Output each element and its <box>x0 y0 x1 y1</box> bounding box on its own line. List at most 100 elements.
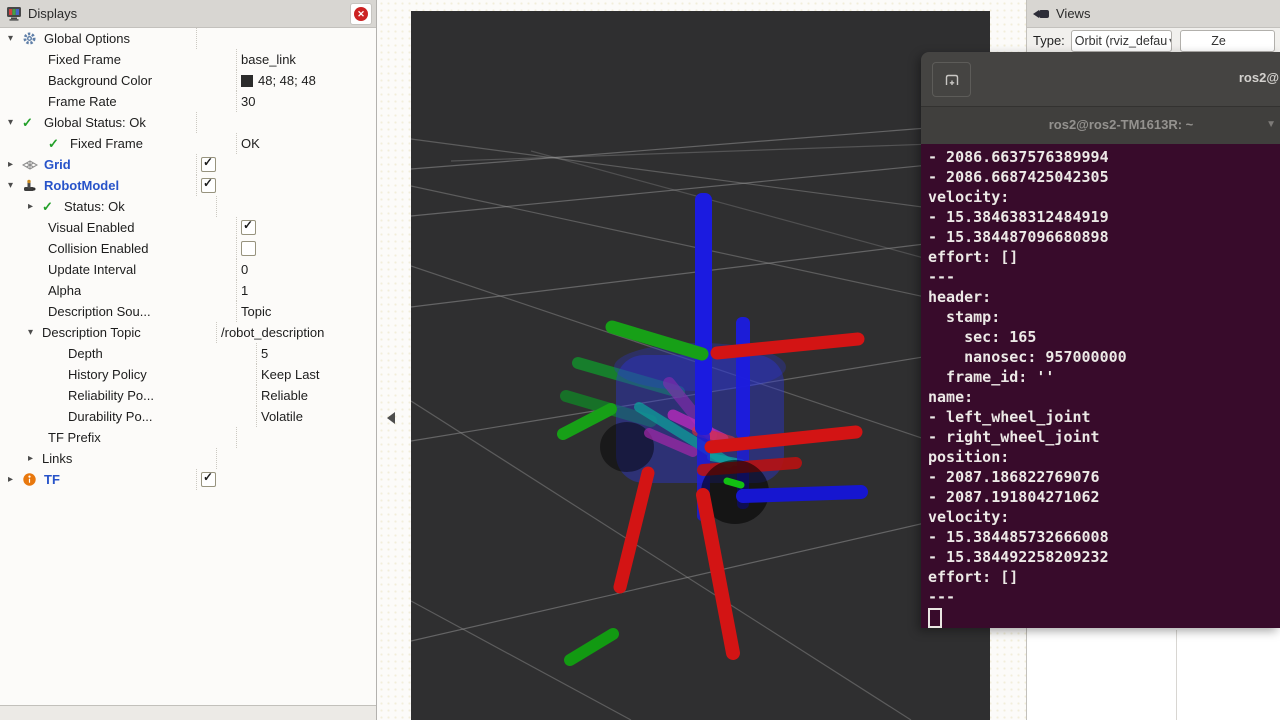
view-type-dropdown[interactable]: Orbit (rviz_defau ▼ <box>1071 30 1172 52</box>
terminal-window: ros2@ ros2@ros2-TM1613R: ~ ▼ - 2086.6637… <box>921 52 1280 628</box>
terminal-titlebar[interactable]: ros2@ <box>921 52 1280 106</box>
panel-collapse-arrow-icon[interactable] <box>387 412 395 424</box>
displays-panel-header[interactable]: Displays ✕ <box>0 0 376 28</box>
tree-row[interactable]: ▸✓Status: Ok <box>0 196 376 217</box>
property-value-cell[interactable]: ✓ <box>236 217 376 238</box>
property-value-cell[interactable]: 48; 48; 48 <box>236 70 376 91</box>
property-value-cell[interactable]: ✓ <box>196 154 376 175</box>
property-name: TF <box>44 472 60 487</box>
tree-row[interactable]: Durability Po...Volatile <box>0 406 376 427</box>
tree-row[interactable]: Frame Rate30 <box>0 91 376 112</box>
close-button[interactable]: ✕ <box>350 3 372 25</box>
property-value-cell[interactable]: Keep Last <box>256 364 376 385</box>
tree-row[interactable]: ▾Global Options <box>0 28 376 49</box>
zero-button[interactable]: Ze <box>1180 30 1275 52</box>
checkbox-checked[interactable]: ✓ <box>241 220 256 235</box>
tree-row[interactable]: ▸Links <box>0 448 376 469</box>
property-value-cell[interactable] <box>216 448 376 469</box>
render-viewport[interactable] <box>411 11 990 720</box>
axis-cylinder-blue <box>736 317 750 439</box>
property-value-cell[interactable] <box>196 28 376 49</box>
tree-row-label-cell: ▸ TF <box>0 469 196 490</box>
terminal-line: sec: 165 <box>928 327 1280 347</box>
terminal-tab[interactable]: ros2@ros2-TM1613R: ~ <box>981 117 1261 132</box>
tree-row[interactable]: ▸ TF ✓ <box>0 469 376 490</box>
property-value-cell[interactable]: OK <box>236 133 376 154</box>
tree-row[interactable]: Background Color48; 48; 48 <box>0 70 376 91</box>
color-swatch <box>241 75 253 87</box>
new-tab-button[interactable] <box>932 62 971 97</box>
tree-row[interactable]: ▾✓Global Status: Ok <box>0 112 376 133</box>
expander-closed-icon[interactable]: ▸ <box>28 453 42 464</box>
tree-row[interactable]: Update Interval0 <box>0 259 376 280</box>
tab-list-chevron-icon[interactable]: ▼ <box>1266 119 1276 130</box>
checkbox-checked[interactable]: ✓ <box>201 472 216 487</box>
property-value-cell[interactable] <box>216 196 376 217</box>
expander-open-icon[interactable]: ▾ <box>8 33 22 44</box>
terminal-line: --- <box>928 587 1280 607</box>
tree-row[interactable]: Fixed Frame base_link <box>0 49 376 70</box>
tree-row[interactable]: ▸Grid✓ <box>0 154 376 175</box>
expander-closed-icon[interactable]: ▸ <box>8 474 22 485</box>
property-name: RobotModel <box>44 178 119 193</box>
property-value-cell[interactable]: Topic <box>236 301 376 322</box>
tree-row[interactable]: Description Sou...Topic <box>0 301 376 322</box>
property-value: 1 <box>241 283 248 298</box>
property-value-cell[interactable]: Reliable <box>256 385 376 406</box>
tree-row[interactable]: Reliability Po...Reliable <box>0 385 376 406</box>
terminal-tabbar: ros2@ros2-TM1613R: ~ ▼ <box>921 106 1280 144</box>
tree-row[interactable]: Visual Enabled ✓ <box>0 217 376 238</box>
expander-open-icon[interactable]: ▾ <box>8 180 22 191</box>
terminal-cursor <box>928 608 942 628</box>
property-name: Links <box>42 451 72 466</box>
property-value-cell[interactable]: 5 <box>256 343 376 364</box>
property-name: Visual Enabled <box>48 220 135 235</box>
tree-row[interactable]: ▾ RobotModel ✓ <box>0 175 376 196</box>
views-panel-header[interactable]: Views <box>1027 0 1280 28</box>
expander-open-icon[interactable]: ▾ <box>28 327 42 338</box>
property-value-cell[interactable]: 1 <box>236 280 376 301</box>
tree-row[interactable]: ✓Fixed FrameOK <box>0 133 376 154</box>
tree-row[interactable]: ▾Description Topic/robot_description <box>0 322 376 343</box>
property-name: Description Topic <box>42 325 141 340</box>
property-value-cell[interactable]: 0 <box>236 259 376 280</box>
tree-row[interactable]: Alpha 1 <box>0 280 376 301</box>
property-value-cell[interactable]: 30 <box>236 91 376 112</box>
checkbox-checked[interactable]: ✓ <box>201 157 216 172</box>
property-name: Global Status: Ok <box>44 115 146 130</box>
expander-closed-icon[interactable]: ▸ <box>8 159 22 170</box>
terminal-line: velocity: <box>928 187 1280 207</box>
checkbox-unchecked[interactable] <box>241 241 256 256</box>
terminal-body[interactable]: - 2086.6637576389994- 2086.6687425042305… <box>921 144 1280 628</box>
property-value-cell[interactable]: ✓ <box>196 469 376 490</box>
expander-closed-icon[interactable]: ▸ <box>28 201 42 212</box>
property-value-cell[interactable]: Volatile <box>256 406 376 427</box>
property-value-cell[interactable]: base_link <box>236 49 376 70</box>
tree-row-label-cell: TF Prefix <box>0 427 236 448</box>
property-name: Depth <box>68 346 103 361</box>
property-name: Fixed Frame <box>48 52 121 67</box>
terminal-line: velocity: <box>928 507 1280 527</box>
terminal-line: - 2086.6687425042305 <box>928 167 1280 187</box>
tree-row[interactable]: Collision Enabled <box>0 238 376 259</box>
property-value-cell[interactable] <box>236 427 376 448</box>
property-name: History Policy <box>68 367 147 382</box>
tree-row[interactable]: History Policy Keep Last <box>0 364 376 385</box>
tree-row-label-cell: ▾Global Options <box>0 28 196 49</box>
tree-row[interactable]: TF Prefix <box>0 427 376 448</box>
displays-panel: Displays ✕ ▾Global Options Fixed Frame bas… <box>0 0 377 720</box>
property-value-cell[interactable]: /robot_description <box>216 322 376 343</box>
terminal-line: --- <box>928 267 1280 287</box>
property-name: Alpha <box>48 283 81 298</box>
terminal-line: header: <box>928 287 1280 307</box>
property-value-cell[interactable]: ✓ <box>196 175 376 196</box>
property-value: OK <box>241 136 260 151</box>
terminal-line: - 2087.191804271062 <box>928 487 1280 507</box>
checkbox-checked[interactable]: ✓ <box>201 178 216 193</box>
property-value: base_link <box>241 52 296 67</box>
property-value-cell[interactable] <box>236 238 376 259</box>
tree-row-label-cell: Update Interval <box>0 259 236 280</box>
property-value-cell[interactable] <box>196 112 376 133</box>
tree-row[interactable]: Depth 5 <box>0 343 376 364</box>
expander-open-icon[interactable]: ▾ <box>8 117 22 128</box>
